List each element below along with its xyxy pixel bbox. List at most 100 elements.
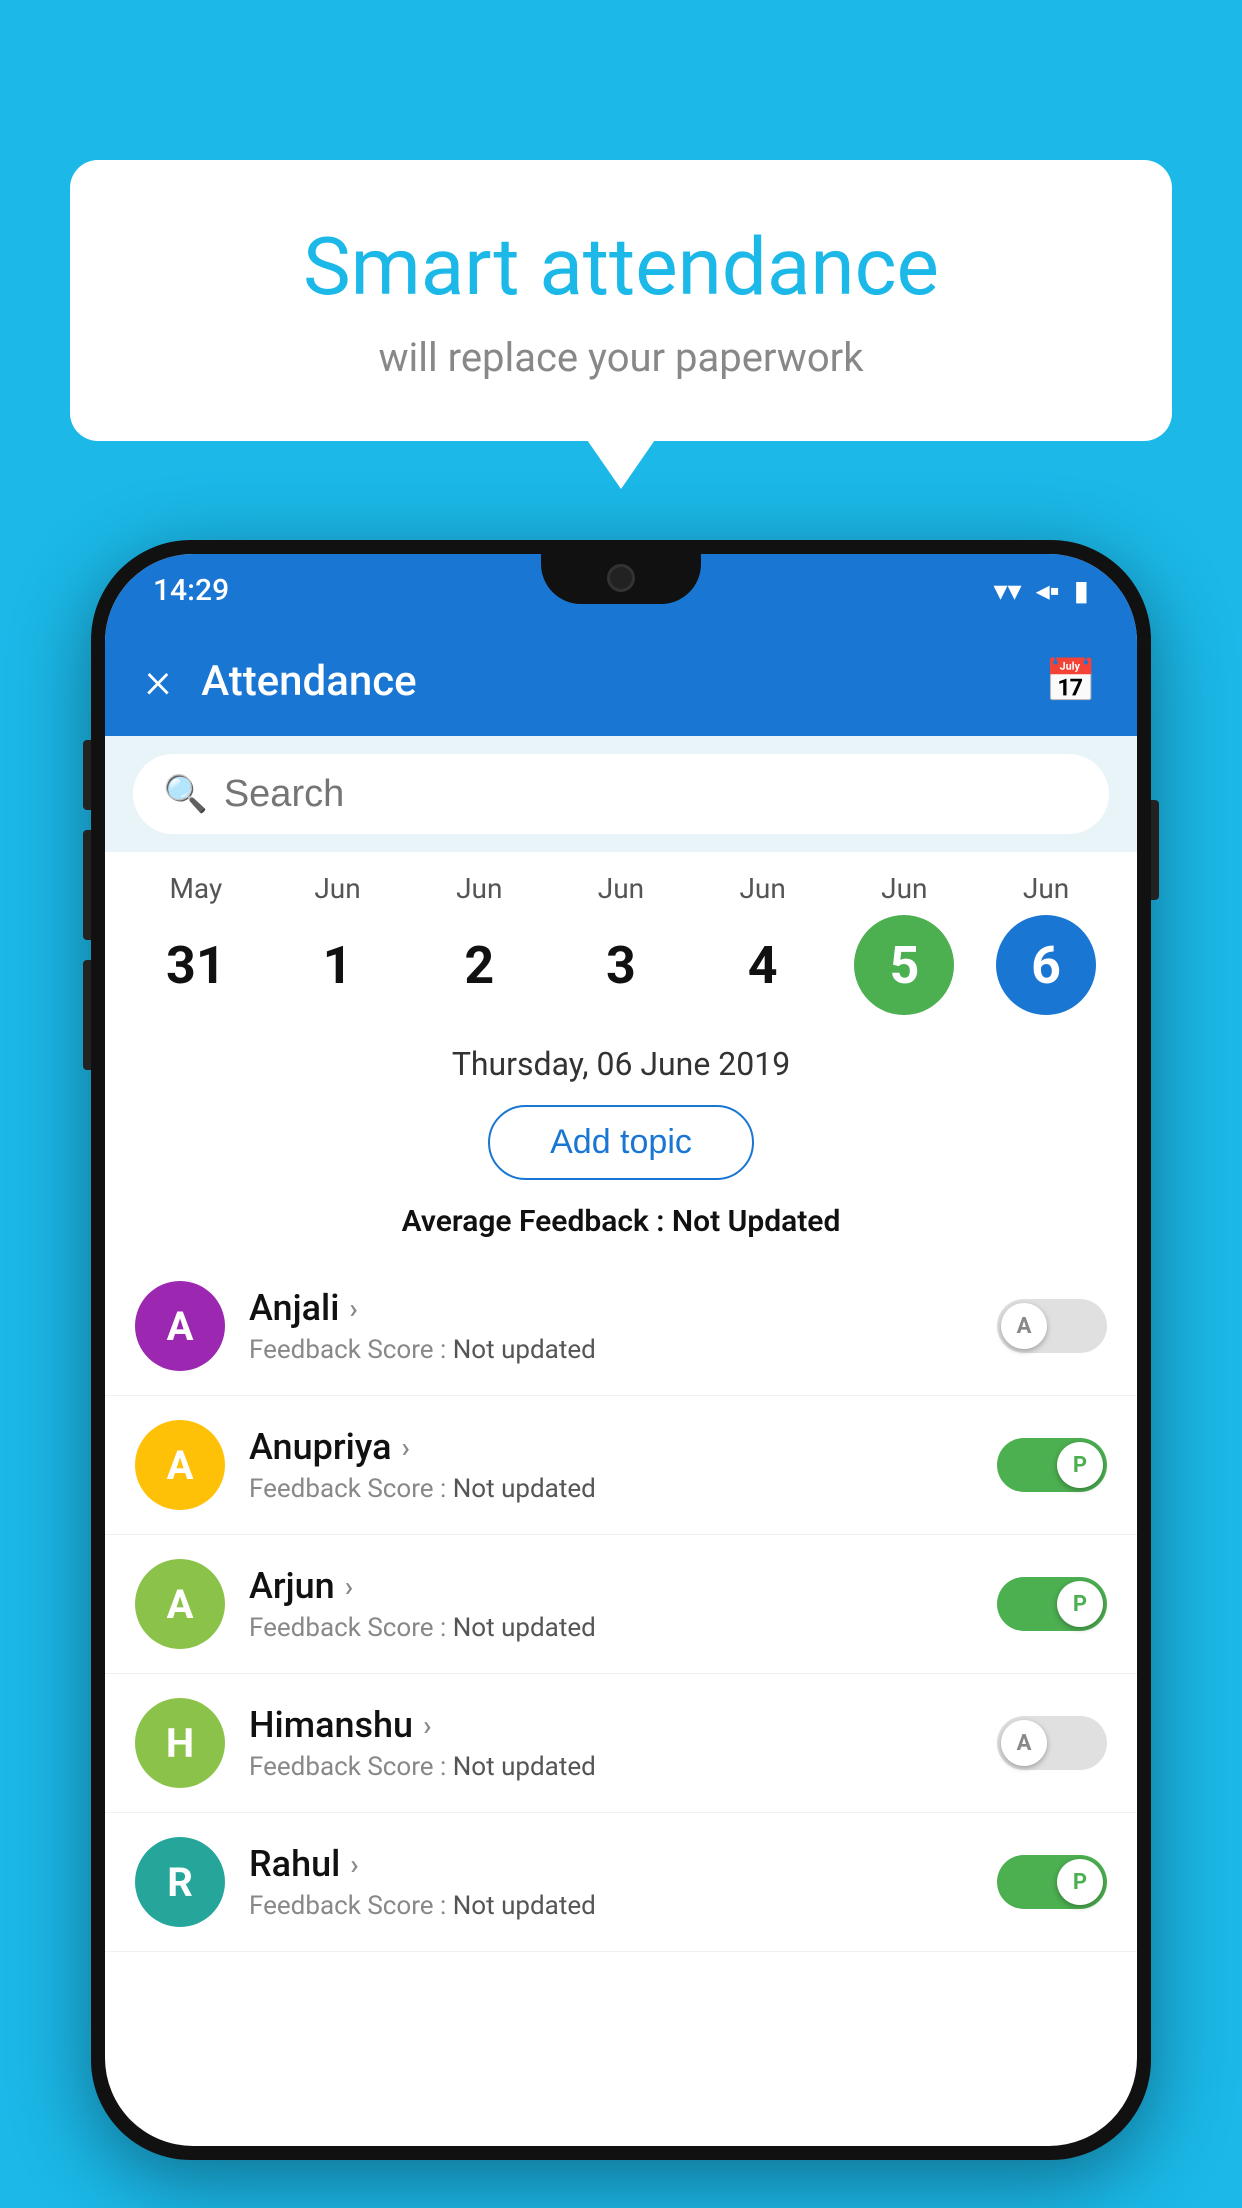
calendar-month-label: May [169,872,222,905]
chevron-right-icon: › [349,1292,357,1325]
student-avatar: H [135,1698,225,1788]
student-item[interactable]: A Arjun › Feedback Score : Not updated P [105,1535,1137,1674]
calendar-day-number: 1 [288,915,388,1015]
speech-bubble-title: Smart attendance [150,220,1092,314]
chevron-right-icon: › [345,1570,353,1603]
attendance-toggle[interactable]: P [997,1855,1107,1909]
calendar-month-label: Jun [1023,872,1069,905]
student-avatar: A [135,1420,225,1510]
student-avatar: A [135,1281,225,1371]
calendar-day-number: 5 [854,915,954,1015]
student-info: Anjali › Feedback Score : Not updated [249,1287,981,1365]
calendar-day-number: 4 [713,915,813,1015]
student-feedback: Feedback Score : Not updated [249,1335,981,1365]
toggle-switch[interactable]: P [997,1577,1107,1631]
search-bar[interactable]: 🔍 [133,754,1109,834]
add-topic-container: Add topic [105,1091,1137,1194]
calendar-day-3[interactable]: Jun 3 [556,872,686,1015]
signal-icon: ◂▪ [1036,574,1060,607]
student-item[interactable]: A Anjali › Feedback Score : Not updated A [105,1257,1137,1396]
student-name: Rahul › [249,1843,981,1885]
calendar-strip: May 31 Jun 1 Jun 2 Jun 3 Jun 4 Jun 5 Jun 6 [105,852,1137,1025]
volume-down-button [83,830,91,940]
phone-outer: 14:29 ▾▾ ◂▪ ▮ × Attendance 📅 🔍 [91,540,1151,2160]
battery-icon: ▮ [1074,574,1089,607]
student-name: Arjun › [249,1565,981,1607]
status-time: 14:29 [153,573,229,608]
toggle-knob: P [1057,1859,1103,1905]
phone-mockup: 14:29 ▾▾ ◂▪ ▮ × Attendance 📅 🔍 [91,540,1151,2160]
attendance-toggle[interactable]: P [997,1438,1107,1492]
student-avatar: A [135,1559,225,1649]
app-bar: × Attendance 📅 [105,626,1137,736]
silent-button [83,960,91,1070]
toggle-knob: A [1001,1720,1047,1766]
student-item[interactable]: R Rahul › Feedback Score : Not updated P [105,1813,1137,1952]
speech-bubble: Smart attendance will replace your paper… [70,160,1172,441]
status-icons: ▾▾ ◂▪ ▮ [993,574,1089,607]
calendar-day-number: 6 [996,915,1096,1015]
chevron-right-icon: › [423,1709,431,1742]
calendar-day-1[interactable]: Jun 1 [273,872,403,1015]
student-name: Himanshu › [249,1704,981,1746]
search-input[interactable] [224,773,1079,816]
student-info: Rahul › Feedback Score : Not updated [249,1843,981,1921]
phone-notch [541,554,701,604]
toggle-switch[interactable]: A [997,1299,1107,1353]
wifi-icon: ▾▾ [993,574,1021,607]
calendar-month-label: Jun [598,872,644,905]
student-feedback: Feedback Score : Not updated [249,1891,981,1921]
calendar-month-label: Jun [881,872,927,905]
calendar-day-2[interactable]: Jun 2 [414,872,544,1015]
calendar-day-6[interactable]: Jun 6 [981,872,1111,1015]
student-feedback: Feedback Score : Not updated [249,1752,981,1782]
student-info: Himanshu › Feedback Score : Not updated [249,1704,981,1782]
toggle-knob: P [1057,1442,1103,1488]
attendance-toggle[interactable]: A [997,1299,1107,1353]
calendar-month-label: Jun [314,872,360,905]
toggle-switch[interactable]: A [997,1716,1107,1770]
student-item[interactable]: H Himanshu › Feedback Score : Not updated A [105,1674,1137,1813]
toggle-switch[interactable]: P [997,1855,1107,1909]
toggle-knob: A [1001,1303,1047,1349]
chevron-right-icon: › [402,1431,410,1464]
chevron-right-icon: › [350,1848,358,1881]
student-feedback: Feedback Score : Not updated [249,1613,981,1643]
student-avatar: R [135,1837,225,1927]
speech-bubble-subtitle: will replace your paperwork [150,334,1092,381]
student-name: Anjali › [249,1287,981,1329]
search-container: 🔍 [105,736,1137,852]
student-list: AAnjali ›Feedback Score : Not updatedAAA… [105,1257,1137,1952]
student-item[interactable]: A Anupriya › Feedback Score : Not updated P [105,1396,1137,1535]
toggle-switch[interactable]: P [997,1438,1107,1492]
search-icon: 🔍 [163,773,208,815]
power-button [1151,800,1159,900]
add-topic-button[interactable]: Add topic [488,1105,754,1180]
average-feedback: Average Feedback : Not Updated [105,1194,1137,1257]
avg-feedback-label: Average Feedback : [402,1204,672,1239]
close-button[interactable]: × [145,652,171,710]
calendar-day-number: 2 [429,915,529,1015]
student-info: Arjun › Feedback Score : Not updated [249,1565,981,1643]
attendance-toggle[interactable]: A [997,1716,1107,1770]
calendar-icon[interactable]: 📅 [1045,657,1097,706]
calendar-day-number: 31 [146,915,246,1015]
front-camera [607,564,635,592]
volume-up-button [83,740,91,810]
student-name: Anupriya › [249,1426,981,1468]
student-feedback: Feedback Score : Not updated [249,1474,981,1504]
app-title: Attendance [201,657,1045,706]
calendar-month-label: Jun [739,872,785,905]
phone-screen: 14:29 ▾▾ ◂▪ ▮ × Attendance 📅 🔍 [105,554,1137,2146]
calendar-day-number: 3 [571,915,671,1015]
avg-feedback-value: Not Updated [672,1204,840,1239]
calendar-day-4[interactable]: Jun 4 [698,872,828,1015]
student-info: Anupriya › Feedback Score : Not updated [249,1426,981,1504]
selected-date-label: Thursday, 06 June 2019 [105,1025,1137,1091]
calendar-day-31[interactable]: May 31 [131,872,261,1015]
calendar-day-5[interactable]: Jun 5 [839,872,969,1015]
speech-bubble-container: Smart attendance will replace your paper… [70,160,1172,441]
attendance-toggle[interactable]: P [997,1577,1107,1631]
toggle-knob: P [1057,1581,1103,1627]
calendar-month-label: Jun [456,872,502,905]
